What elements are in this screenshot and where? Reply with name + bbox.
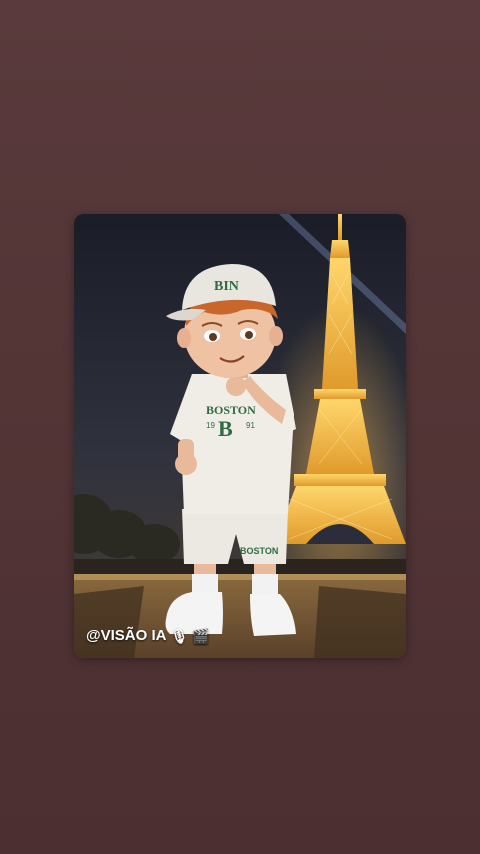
shirt-letter: B	[218, 416, 233, 441]
watermark-text: @VISÃO IA	[86, 627, 167, 644]
cap-text: BIN	[214, 279, 239, 294]
clapperboard-icon: 🎬	[192, 627, 210, 644]
microphone-icon: 🎙	[170, 627, 189, 644]
scene-illustration: BOSTON BOSTON 19 91 B BIN	[74, 214, 406, 658]
right-fist	[226, 376, 246, 396]
watermark: @VISÃO IA 🎙 🎬	[86, 627, 210, 644]
shorts-text: BOSTON	[240, 546, 278, 556]
shirt-number-right: 91	[246, 421, 255, 430]
shirt-number-left: 19	[206, 421, 215, 430]
story-media-card[interactable]: BOSTON BOSTON 19 91 B BIN @VISÃO IA 🎙 🎬	[74, 214, 406, 658]
shirt-text: BOSTON	[206, 403, 256, 417]
